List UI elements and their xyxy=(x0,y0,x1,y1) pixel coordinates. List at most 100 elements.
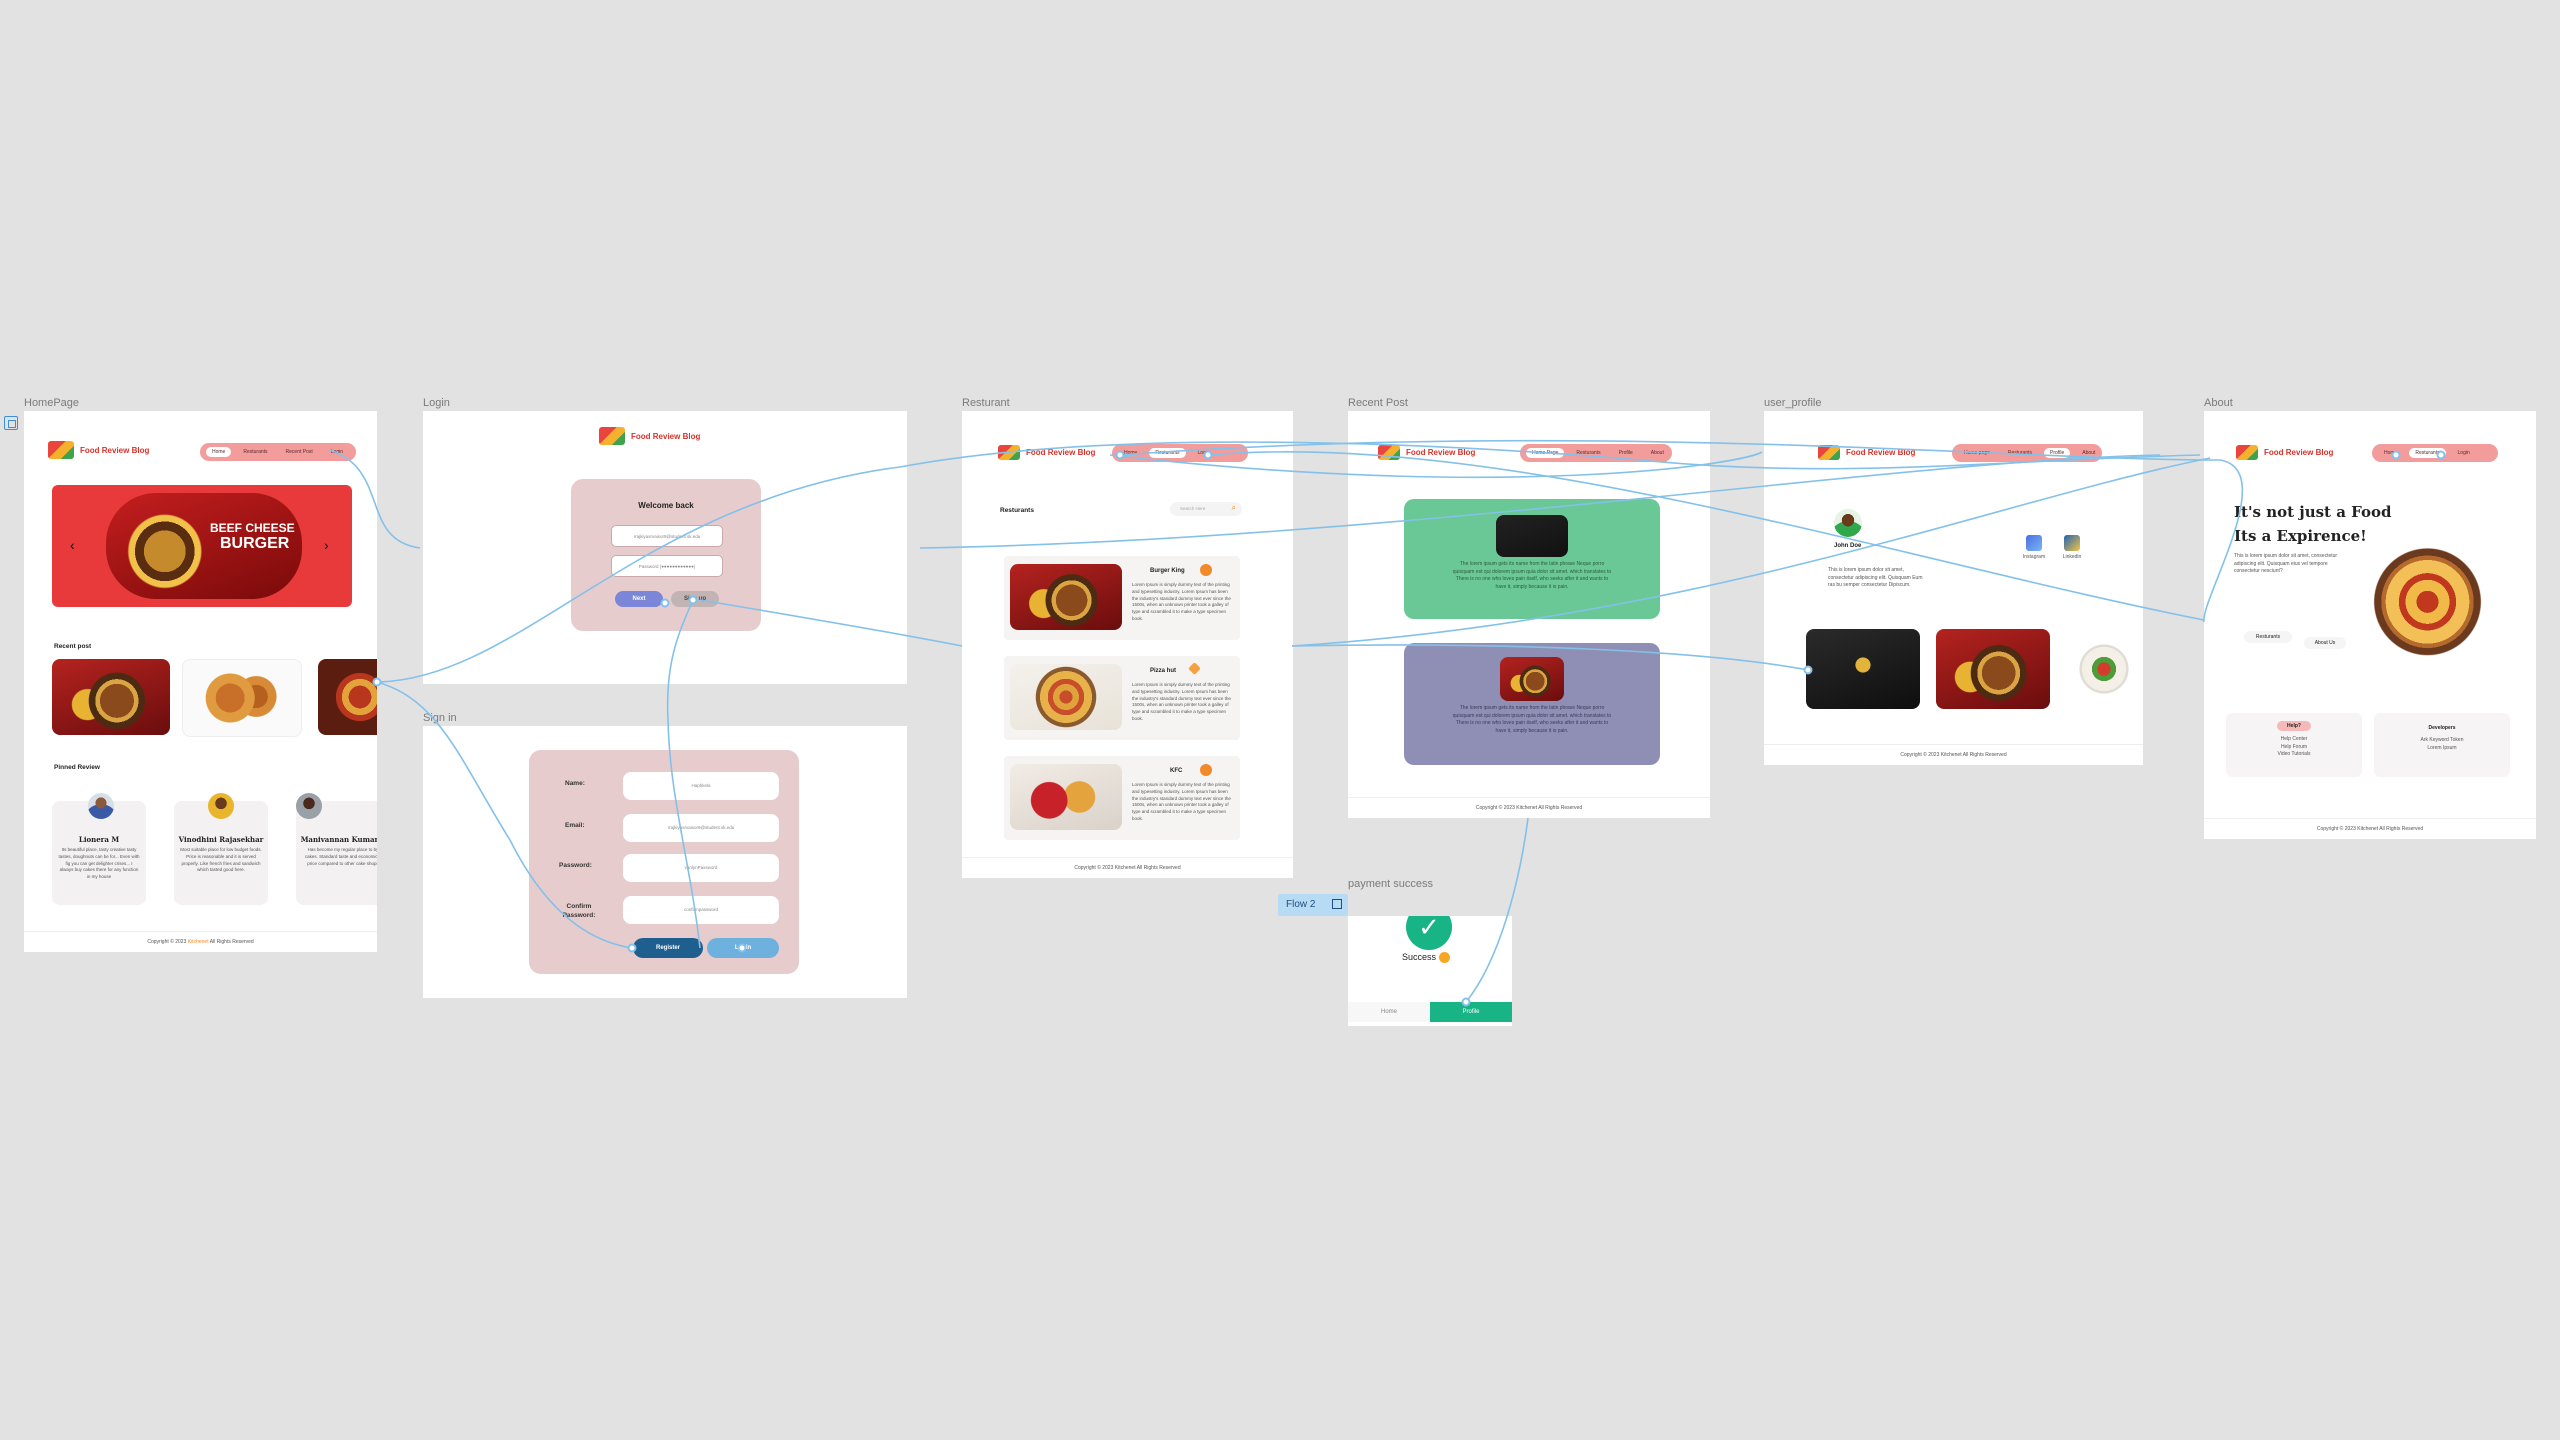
nav-restaurants[interactable]: Resturants xyxy=(2002,448,2038,458)
search-icon[interactable]: ⌕ xyxy=(1232,503,1236,513)
brand-name: Food Review Blog xyxy=(80,445,150,455)
review-card: Manivannan Kumaraj Has become my regular… xyxy=(296,793,377,905)
frame-label-signin: Sign in xyxy=(423,712,457,724)
brand-name: Food Review Blog xyxy=(631,431,701,441)
restaurant-search-input[interactable]: Search Here xyxy=(1180,506,1205,511)
recent-post-chicken[interactable] xyxy=(182,659,302,737)
profile-post-image[interactable] xyxy=(1936,629,2050,709)
success-label: Success xyxy=(1402,952,1437,962)
developer-link[interactable]: Lorem Ipsum xyxy=(2374,745,2510,753)
brand-logo[interactable]: Food Review Blog xyxy=(1378,445,1475,460)
nav-about[interactable]: About xyxy=(2076,448,2101,458)
nav-home[interactable]: Home xyxy=(1118,448,1143,458)
nav-restaurants[interactable]: Resturants xyxy=(237,447,273,457)
profile-footer: Copyright © 2023 Kitchenet All Rights Re… xyxy=(1764,744,2143,765)
login-email-field[interactable]: rrajkiyasrvaisor9@student.sk.edu xyxy=(611,525,723,547)
about-us-button-label: About Us xyxy=(2314,640,2336,646)
post-text: The lorem ipsum gets its name from the l… xyxy=(1452,705,1612,734)
help-link[interactable]: Help Center xyxy=(2226,736,2362,744)
profile-post-image[interactable] xyxy=(1806,629,1920,709)
payment-home-button[interactable]: Home xyxy=(1348,1002,1430,1022)
nav-login[interactable]: Login xyxy=(1192,448,1216,458)
frame-label-recent: Recent Post xyxy=(1348,397,1408,409)
password-field[interactable]: vanlynPassword xyxy=(623,854,779,882)
login-signup-button[interactable]: Sign up xyxy=(671,591,719,607)
user-avatar[interactable] xyxy=(1834,509,1862,537)
nav-restaurants[interactable]: Resturants xyxy=(1149,448,1186,458)
user-name: John Doe xyxy=(1834,543,1862,549)
recent-footer: Copyright © 2023 Kitchenet All Rights Re… xyxy=(1348,797,1710,818)
restaurant-card-burger-king[interactable]: Burger King Lorem Ipsum is simply dummy … xyxy=(1004,556,1240,640)
nav-restaurants[interactable]: Resturants xyxy=(2409,448,2446,458)
nav-login[interactable]: Login xyxy=(325,447,349,457)
developers-box: Developers Ark Keyword Token Lorem Ipsum xyxy=(2374,713,2510,777)
instagram-label: Instagram xyxy=(2022,554,2046,560)
payment-success-frame: ✓ Success Home Profile xyxy=(1348,916,1512,1026)
about-us-button[interactable]: About Us xyxy=(2304,637,2346,649)
recent-post-frame: Food Review Blog Home Page Resturants Pr… xyxy=(1348,411,1710,818)
nav-profile[interactable]: Profile xyxy=(1613,448,1639,458)
flow-2-tag[interactable]: Flow 2 xyxy=(1278,894,1348,916)
restaurant-card-kfc[interactable]: KFC Lorem Ipsum is simply dummy text of … xyxy=(1004,756,1240,840)
confirm-password-field[interactable]: confirmpassword xyxy=(623,896,779,924)
name-field[interactable]: Haphkela xyxy=(623,772,779,800)
login-next-button[interactable]: Next xyxy=(615,591,663,607)
about-description: This is lorem ipsum dolor sit amet, cons… xyxy=(2234,553,2338,574)
nav-home[interactable]: Home xyxy=(206,447,232,457)
banner-title-line1: BEEF CHEESE xyxy=(210,521,295,535)
login-card: Welcome back rrajkiyasrvaisor9@student.s… xyxy=(571,479,761,631)
recent-post-card[interactable]: The lorem ipsum gets its name from the l… xyxy=(1404,499,1660,619)
brand-logo-icon xyxy=(1818,445,1840,460)
login-frame: Food Review Blog Welcome back rrajkiyasr… xyxy=(423,411,907,684)
nav-home-page[interactable]: Home page xyxy=(1958,448,1996,458)
banner-next-icon[interactable]: › xyxy=(324,537,329,553)
email-field[interactable]: rrajkiyasrvaisor9@student.sk.edu xyxy=(623,814,779,842)
nav-home[interactable]: Home xyxy=(2378,448,2403,458)
recent-post-card[interactable]: The lorem ipsum gets its name from the l… xyxy=(1404,643,1660,765)
banner-title-line2: BURGER xyxy=(220,535,290,552)
canvas-flow-icon[interactable] xyxy=(4,416,18,430)
brand-logo[interactable]: Food Review Blog xyxy=(1818,445,1915,460)
register-button[interactable]: Register xyxy=(633,938,703,958)
brand-logo[interactable]: Food Review Blog xyxy=(48,441,149,459)
restaurant-navbar: Home Resturants Login xyxy=(1112,444,1248,462)
brand-logo[interactable]: Food Review Blog xyxy=(998,445,1095,460)
recent-post-burger[interactable] xyxy=(52,659,170,735)
brand-logo[interactable]: Food Review Blog xyxy=(2236,445,2333,460)
frame-label-home: HomePage xyxy=(24,397,80,409)
nav-about[interactable]: About xyxy=(1645,448,1670,458)
nav-restaurants[interactable]: Resturants xyxy=(1570,448,1606,458)
frame-label-profile: user_profile xyxy=(1764,397,1822,409)
linkedin-app[interactable]: Linkedin xyxy=(2054,535,2090,562)
profile-post-image[interactable] xyxy=(2066,629,2142,709)
help-link[interactable]: Video Tutorials xyxy=(2226,751,2362,759)
post-image xyxy=(1496,515,1568,557)
smile-emoji-icon xyxy=(1438,952,1450,964)
nav-login[interactable]: Login xyxy=(2452,448,2476,458)
restaurants-button[interactable]: Resturants xyxy=(2244,631,2292,643)
instagram-app[interactable]: Instagram xyxy=(2016,535,2052,562)
home-footer: Copyright © 2023 Kitchenet All Rights Re… xyxy=(24,931,377,952)
nav-profile[interactable]: Profile xyxy=(2044,448,2071,458)
login-password-field[interactable]: Password (●●●●●●●●●●●●) xyxy=(611,555,723,577)
profile-navbar: Home page Resturants Profile About xyxy=(1952,444,2102,462)
help-link[interactable]: Help Forum xyxy=(2226,744,2362,752)
brand-logo[interactable]: Food Review Blog xyxy=(599,427,700,445)
linkedin-label: Linkedin xyxy=(2062,554,2082,560)
nav-recent-post[interactable]: Recent Post xyxy=(280,447,319,457)
about-footer: Copyright © 2023 Kitchenet All Rights Re… xyxy=(2204,818,2536,839)
review-text: Its beautiful place, tasty creative tast… xyxy=(58,847,140,879)
payment-profile-button[interactable]: Profile xyxy=(1430,1002,1512,1022)
footer-brand[interactable]: Kitchenet xyxy=(188,939,209,945)
banner-prev-icon[interactable]: ‹ xyxy=(70,537,75,553)
user-profile-frame: Food Review Blog Home page Resturants Pr… xyxy=(1764,411,2143,765)
restaurant-search[interactable]: Search Here ⌕ xyxy=(1170,502,1242,516)
brand-logo-icon xyxy=(1378,445,1400,460)
restaurant-frame: Food Review Blog Home Resturants Login R… xyxy=(962,411,1293,878)
restaurant-card-pizza-hut[interactable]: Pizza hut Lorem Ipsum is simply dummy te… xyxy=(1004,656,1240,740)
nav-home-page[interactable]: Home Page xyxy=(1526,448,1565,458)
signin-login-button[interactable]: Login xyxy=(707,938,779,958)
developer-link[interactable]: Ark Keyword Token xyxy=(2374,737,2510,745)
recent-navbar: Home Page Resturants Profile About xyxy=(1520,444,1672,462)
recent-post-pizza[interactable] xyxy=(318,659,377,735)
